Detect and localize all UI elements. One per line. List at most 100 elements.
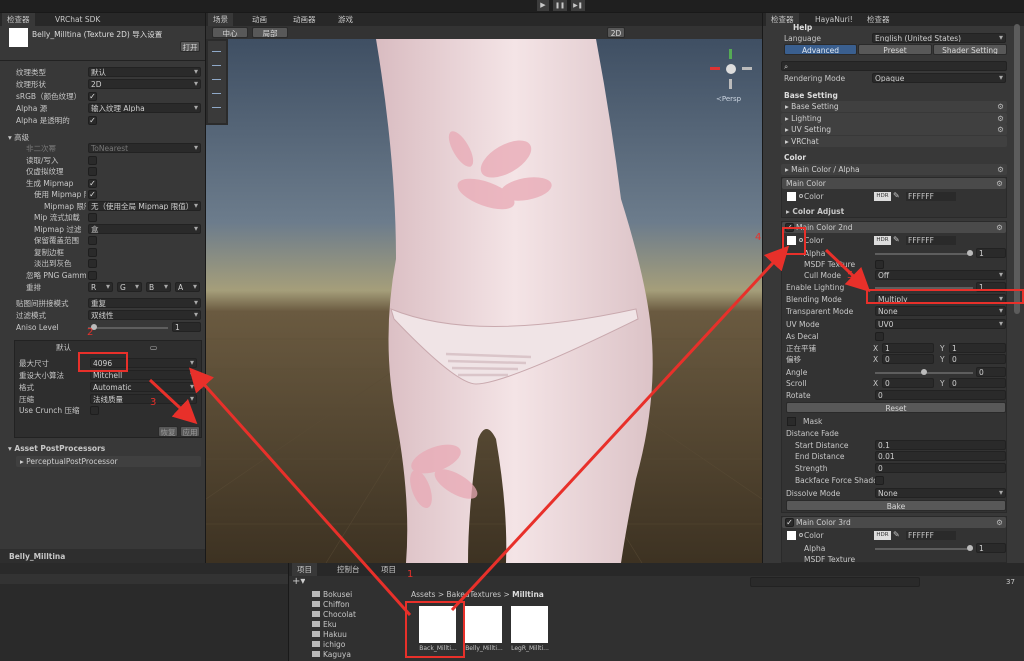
tab-project-2[interactable]: 项目 — [376, 563, 401, 576]
hdr-badge[interactable]: HDR — [874, 236, 891, 245]
main-color-3rd-checkbox[interactable]: ✓ — [785, 518, 794, 527]
left-prop-dropdown[interactable]: 2D — [88, 79, 201, 89]
tiling-y-input[interactable]: 1 — [949, 343, 1006, 353]
offset-y-input[interactable]: 0 — [949, 354, 1006, 364]
strength-input[interactable]: 0 — [875, 463, 1006, 473]
alpha3-slider-knob[interactable] — [967, 545, 973, 551]
mode-2d-button[interactable]: 2D — [607, 27, 625, 38]
reset-button[interactable]: Reset — [786, 402, 1006, 413]
property-search-input[interactable]: ⌕ — [781, 61, 1007, 71]
tab-animation[interactable]: 动画 — [247, 13, 272, 26]
platform-format-dropdown[interactable]: Automatic — [90, 382, 197, 392]
main-color-3rd-header[interactable]: Main Color 3rd ⚙ — [782, 517, 1006, 528]
adv-prop-checkbox[interactable]: ✓ — [88, 190, 97, 199]
folder-item[interactable]: Kaguya — [312, 650, 402, 660]
rotate-input[interactable]: 0 — [875, 390, 1006, 400]
alpha-slider-track[interactable] — [875, 253, 973, 255]
rendering-mode-dropdown[interactable]: Opaque — [872, 73, 1006, 83]
adv-prop-dropdown[interactable]: ToNearest — [88, 143, 201, 153]
crunch-checkbox[interactable] — [90, 406, 99, 415]
gear-icon[interactable]: ⚙ — [996, 517, 1003, 528]
swizzle-dropdown[interactable]: R — [88, 282, 113, 292]
project-search-input[interactable] — [750, 577, 920, 587]
texture-file-label[interactable]: Belly_Millti... — [463, 645, 505, 652]
revert-button[interactable]: 恢复 — [158, 426, 178, 437]
apply-button[interactable]: 应用 — [180, 426, 200, 437]
offset-x-input[interactable]: 0 — [882, 354, 934, 364]
base-item-header[interactable]: ▸ VRChat — [781, 135, 1007, 147]
advanced-foldout[interactable]: ▾ 高级 — [8, 132, 88, 143]
step-button[interactable]: ▶❚ — [571, 0, 585, 11]
mode-tab-preset[interactable]: Preset — [858, 44, 932, 55]
local-global-button[interactable]: 局部 — [252, 27, 288, 38]
tab-project[interactable]: 项目 — [292, 563, 317, 576]
eyedropper-icon[interactable]: ✎ — [893, 530, 900, 539]
tab-inspector-left[interactable]: 检查器 — [2, 13, 35, 26]
tiling-x-input[interactable]: 1 — [882, 343, 934, 353]
texture-thumbnail[interactable] — [465, 606, 502, 643]
texture-file-label[interactable]: LegR_Millti... — [509, 645, 551, 652]
main-color-header[interactable]: Main Color ⚙ — [782, 178, 1006, 189]
hdr-badge[interactable]: HDR — [874, 192, 891, 201]
main-color-2nd-header[interactable]: Main Color 2nd ⚙ — [782, 222, 1006, 233]
left-prop-dropdown[interactable]: 默认 — [88, 67, 201, 77]
alpha3-slider-track[interactable] — [875, 548, 973, 550]
eyedropper-icon[interactable]: ✎ — [893, 191, 900, 200]
left-prop-dropdown[interactable]: 输入纹理 Alpha — [88, 103, 201, 113]
folder-item[interactable]: ichigo — [312, 640, 402, 650]
adv-prop-checkbox[interactable] — [88, 259, 97, 268]
folder-item[interactable]: Bokusei — [312, 590, 402, 600]
transparent-mode-dropdown[interactable]: None — [875, 306, 1006, 316]
gear-icon[interactable]: ⚙ — [996, 222, 1003, 233]
gear-icon[interactable]: ⚙ — [997, 124, 1004, 135]
scroll-x-input[interactable]: 0 — [882, 378, 934, 388]
left-prop-checkbox[interactable]: ✓ — [88, 116, 97, 125]
tab-animator[interactable]: 动画器 — [288, 13, 321, 26]
scene-viewport[interactable] — [206, 39, 762, 563]
texture-thumbnail[interactable] — [511, 606, 548, 643]
left-wrap-value-dropdown[interactable]: 重复 — [88, 298, 201, 308]
tab-game[interactable]: 游戏 — [333, 13, 358, 26]
tab-vrchat-sdk[interactable]: VRChat SDK — [50, 13, 105, 26]
msdf-checkbox[interactable] — [875, 260, 884, 269]
base-item-header[interactable]: ▸ UV Setting ⚙ — [781, 124, 1007, 135]
adv-prop-dropdown[interactable]: 盒 — [88, 223, 201, 234]
aniso-level-input[interactable]: 1 — [172, 322, 201, 332]
folder-item[interactable]: Chiffon — [312, 600, 402, 610]
breadcrumb-bakedtextures[interactable]: BakedTextures — [446, 590, 501, 599]
postprocessors-header[interactable]: ▾ Asset PostProcessors — [8, 443, 198, 454]
gear-icon[interactable]: ⚙ — [997, 164, 1004, 175]
angle-input[interactable]: 0 — [976, 367, 1006, 377]
scroll-y-input[interactable]: 0 — [949, 378, 1006, 388]
backface-shadow-checkbox[interactable] — [875, 476, 884, 485]
eyedropper-icon[interactable]: ✎ — [893, 235, 900, 244]
adv-prop-checkbox[interactable] — [88, 213, 97, 222]
start-distance-input[interactable]: 0.1 — [875, 440, 1006, 450]
folder-item[interactable]: Chocolat — [312, 610, 402, 620]
gear-icon[interactable]: ⚙ — [997, 101, 1004, 112]
language-dropdown[interactable]: English (United States) — [872, 33, 1006, 43]
adv-prop-dropdown[interactable]: 无（使用全局 Mipmap 限值） — [88, 200, 201, 211]
tab-scene[interactable]: 场景 — [208, 13, 233, 26]
mask-swatch[interactable] — [787, 417, 796, 426]
as-decal-checkbox[interactable] — [875, 332, 884, 341]
tab-console[interactable]: 控制台 — [332, 563, 365, 576]
main-color-alpha-header[interactable]: ▸ Main Color / Alpha ⚙ — [781, 164, 1007, 175]
bake-button[interactable]: Bake — [786, 500, 1006, 511]
adv-prop-checkbox[interactable]: ✓ — [88, 178, 97, 188]
main-color-3rd-color-swatch[interactable] — [787, 531, 796, 540]
persp-label[interactable]: ≺Persp — [716, 95, 741, 103]
alpha3-input[interactable]: 1 — [976, 543, 1006, 553]
alpha-slider-knob[interactable] — [967, 250, 973, 256]
base-item-header[interactable]: ▸ Base Setting ⚙ — [781, 101, 1007, 112]
swizzle-dropdown[interactable]: A — [175, 282, 200, 292]
postprocessor-item[interactable]: ▸ PerceptualPostProcessor — [16, 456, 201, 467]
hdr-badge[interactable]: HDR — [874, 531, 891, 540]
add-asset-button[interactable]: +▾ — [292, 576, 305, 587]
folder-item[interactable]: Hakuu — [312, 630, 402, 640]
adv-prop-checkbox[interactable] — [88, 236, 97, 245]
aniso-slider-track[interactable] — [88, 327, 168, 329]
adv-prop-checkbox[interactable] — [88, 270, 97, 280]
left-filter-value-dropdown[interactable]: 双线性 — [88, 310, 201, 320]
breadcrumb-assets[interactable]: Assets — [411, 590, 435, 599]
